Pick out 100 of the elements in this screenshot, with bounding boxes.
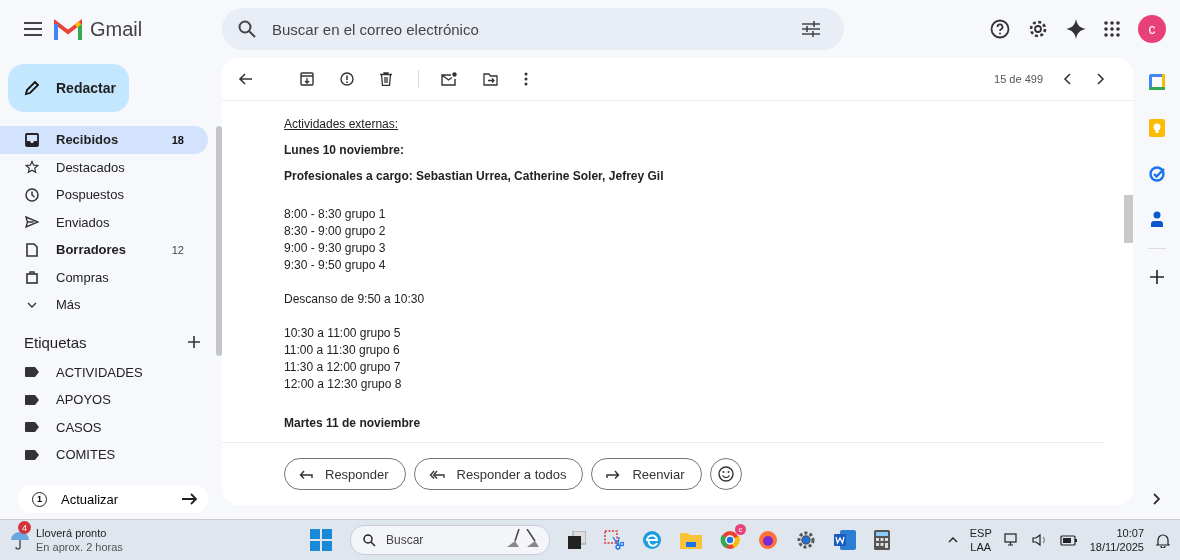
account-avatar[interactable]: c [1138, 15, 1166, 43]
search-field[interactable]: Buscar en el correo electrónico [270, 19, 788, 39]
nav-item[interactable]: Borradores 12 [0, 236, 208, 264]
email-text: 8:30 - 9:00 grupo 2 [284, 223, 387, 240]
fox-browser-icon[interactable] [758, 530, 778, 550]
label-item[interactable]: CASOS [0, 413, 208, 441]
email-heading: Profesionales a cargo: Sebastian Urrea, Catherine Soler, Jefrey Gil [284, 168, 665, 185]
chevron-right-icon[interactable] [1097, 73, 1105, 85]
browser-ring-icon[interactable] [720, 530, 740, 550]
keyboard-layout[interactable]: LAA [970, 540, 992, 554]
label-item[interactable]: APOYOS [0, 386, 208, 414]
search-icon [238, 20, 256, 38]
reply-all-button[interactable]: Responder a todos [413, 458, 584, 490]
email-link[interactable]: Actividades externas: [284, 111, 1085, 137]
email-text: 11:30 a 12:00 grupo 7 [284, 359, 402, 376]
clock-date[interactable]: 18/11/2025 [1089, 540, 1144, 554]
windows-start-icon[interactable] [310, 529, 332, 551]
label-tag-icon [25, 422, 39, 433]
search-bar[interactable]: Buscar en el correo electrónico [222, 8, 844, 50]
apps-grid-icon[interactable] [1104, 21, 1120, 37]
email-text: 12:00 a 12:30 grupo 8 [284, 376, 403, 393]
word-document-icon[interactable] [834, 530, 856, 550]
battery-icon[interactable] [1059, 534, 1078, 546]
clock-time[interactable]: 10:07 [1116, 526, 1144, 540]
label-item[interactable]: COMITES [0, 441, 208, 469]
gear-icon[interactable] [796, 530, 816, 550]
labels-heading: Etiquetas [24, 333, 87, 351]
plus-icon[interactable] [188, 336, 200, 348]
speaker-icon[interactable] [1031, 533, 1048, 547]
checkmark-circle-icon[interactable] [1148, 166, 1165, 182]
nav-item[interactable]: Pospuestos [0, 181, 208, 209]
forward-button[interactable]: Reenviar [591, 458, 702, 490]
nav-label: Borradores [56, 242, 127, 258]
nav-label: Pospuestos [56, 187, 124, 203]
mark-unread-icon[interactable] [441, 72, 457, 86]
email-text: 8:00 - 8:30 grupo 1 [284, 206, 387, 223]
scrollbar-thumb[interactable] [1124, 195, 1133, 243]
scrollbar[interactable] [216, 126, 222, 356]
update-button[interactable]: 1 Actualizar [18, 485, 208, 513]
label-item[interactable]: ACTIVIDADES [0, 358, 208, 386]
envelope-logo-icon [54, 18, 82, 40]
email-text: 9:00 - 9:30 grupo 3 [284, 240, 387, 257]
reply-all-icon [428, 469, 445, 479]
email-text: Descanso de 9:50 a 10:30 [284, 291, 426, 308]
report-spam-icon[interactable] [340, 72, 354, 86]
sparkle-icon[interactable] [1066, 19, 1086, 39]
person-icon[interactable] [1149, 211, 1164, 227]
compose-button[interactable]: Redactar [8, 64, 129, 112]
label-name: COMITES [56, 447, 116, 463]
weather-subtitle: En aprox. 2 horas [36, 540, 123, 554]
more-options-icon[interactable] [524, 72, 528, 86]
weather-title: Lloverá pronto [36, 526, 108, 540]
nav-item[interactable]: Más [0, 291, 208, 319]
nav-item[interactable]: Enviados [0, 208, 208, 236]
nav-item[interactable]: Recibidos 18 [0, 126, 208, 154]
document-icon [25, 242, 39, 257]
notification-badge: 4 [18, 521, 31, 534]
nav-item[interactable]: Destacados [0, 153, 208, 181]
snipping-scissors-icon[interactable] [604, 530, 624, 550]
label-tag-icon [25, 367, 39, 378]
help-icon[interactable] [990, 19, 1010, 39]
browser-wave-icon[interactable] [642, 530, 662, 550]
bell-icon[interactable] [1156, 532, 1170, 548]
reply-arrow-icon [299, 469, 313, 479]
plus-icon[interactable] [1149, 270, 1164, 284]
chevron-down-icon [25, 301, 39, 308]
reply-button[interactable]: Responder [284, 458, 406, 490]
nav-count: 12 [171, 243, 184, 256]
taskbar-search-field[interactable]: Buscar [384, 532, 495, 548]
emoji-button[interactable] [709, 458, 742, 490]
forward-arrow-icon [606, 469, 621, 479]
chevron-up-icon[interactable] [947, 537, 958, 543]
task-view-icon[interactable] [568, 531, 586, 549]
label-name: ACTIVIDADES [56, 364, 143, 380]
email-heading: Lunes 10 noviembre: [284, 142, 406, 159]
calculator-icon[interactable] [874, 530, 890, 550]
back-arrow-icon[interactable] [238, 73, 252, 85]
trash-icon[interactable] [380, 72, 392, 86]
umbrella-icon [10, 530, 30, 550]
calendar-icon[interactable] [1148, 74, 1165, 90]
label-name: APOYOS [56, 392, 111, 408]
email-text: 9:30 - 9:50 grupo 4 [284, 257, 387, 274]
app-name: Gmail [90, 17, 143, 41]
nav-label: Destacados [56, 159, 125, 175]
shopping-bag-icon [25, 270, 39, 285]
taskbar-search-bar[interactable]: Buscar [350, 525, 550, 555]
archive-icon[interactable] [300, 72, 314, 86]
pencil-icon [24, 80, 40, 96]
star-icon [25, 160, 39, 175]
nav-item[interactable]: Compras [0, 263, 208, 291]
menu-icon[interactable] [24, 22, 42, 36]
move-to-folder-icon[interactable] [483, 72, 498, 86]
chevron-right-icon[interactable] [1152, 493, 1161, 505]
chevron-left-icon[interactable] [1063, 73, 1071, 85]
email-heading: Martes 11 de noviembre [284, 415, 422, 432]
folder-icon[interactable] [680, 531, 702, 549]
settings-icon[interactable] [1028, 19, 1048, 39]
language-code[interactable]: ESP [969, 526, 992, 540]
network-monitor-icon[interactable] [1003, 533, 1020, 547]
filter-sliders-icon[interactable] [802, 21, 820, 37]
